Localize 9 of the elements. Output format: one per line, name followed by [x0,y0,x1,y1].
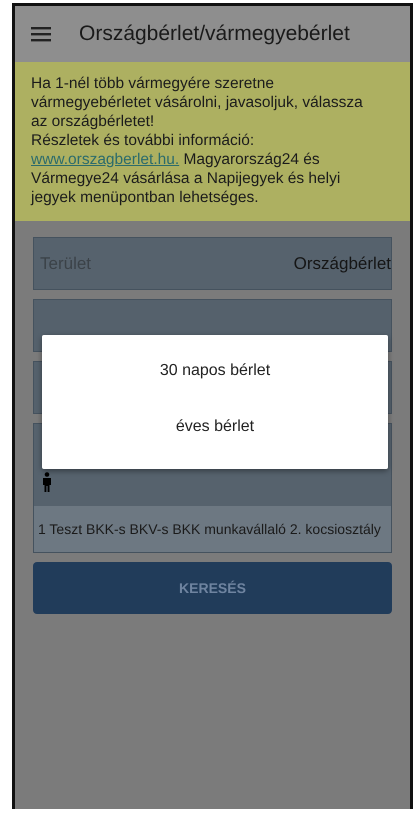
field-value: Országbérlet [294,254,391,274]
dialog-option[interactable]: 30 napos bérlet [42,343,388,399]
passenger-text: 1 Teszt BKK-s BKV-s BKK munkavállaló 2. kocsiosztály [34,506,391,552]
person-icon [42,472,52,492]
menu-icon[interactable] [31,26,51,42]
search-button[interactable]: KERESÉS [33,562,392,614]
website-link[interactable]: www.orszagberlet.hu. [31,151,180,168]
notice-text: Ha 1-nél több vármegyére szeretne vármegyebérletet vásárolni, javasoljuk, válassza az országbérletet! Részletek és további információ: www.orszagberlet.hu. Magyarország24 és Vármegye24 vásárlása a Napijegyek és helyi jegyek menüpontban lehetséges. [31,74,364,207]
page-title: Országbérlet/vármegyebérlet [79,22,350,46]
